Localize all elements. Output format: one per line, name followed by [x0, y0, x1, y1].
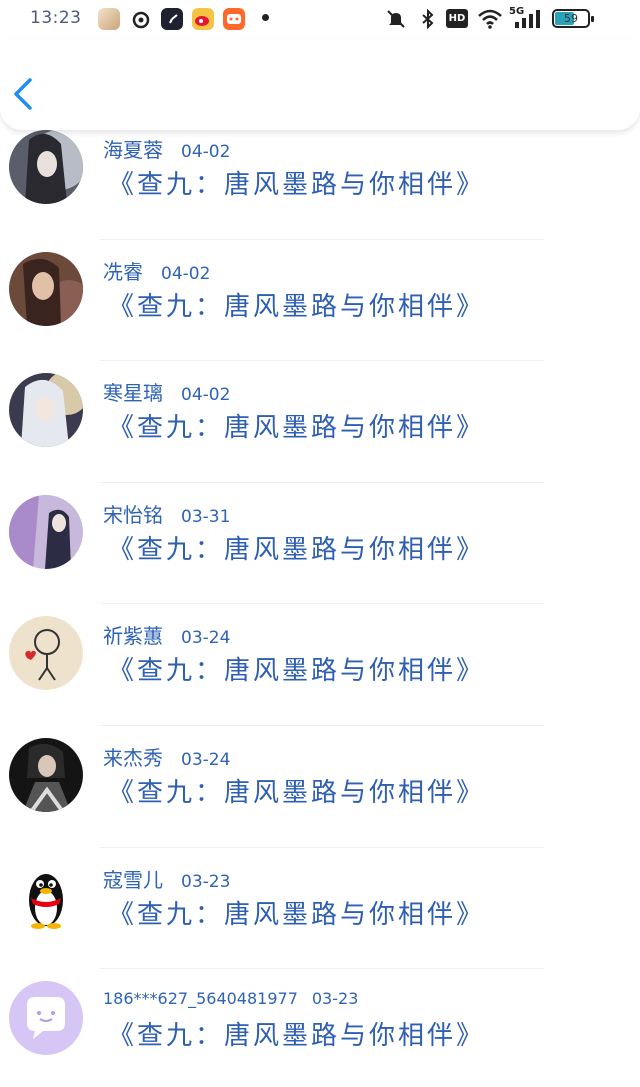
- sender-line: 寒星璃 04-02: [103, 377, 230, 406]
- sender-line: 冼睿 04-02: [103, 256, 210, 285]
- avatar[interactable]: [9, 494, 83, 569]
- sender-line: 宋怡铭 03-31: [103, 499, 230, 528]
- taobao-icon: [223, 8, 245, 30]
- message-date: 03-24: [181, 628, 231, 649]
- battery-icon: 59: [552, 9, 594, 28]
- divider: [100, 360, 544, 362]
- avatar[interactable]: [9, 737, 83, 812]
- message-text: 《查九：唐风墨路与你相伴》: [108, 899, 486, 930]
- message-date: 04-02: [181, 142, 231, 162]
- list-item[interactable]: 来杰秀 03-24 《查九：唐风墨路与你相伴》: [0, 728, 640, 850]
- sender-name: 冼睿: [103, 259, 143, 284]
- chevron-left-icon: [14, 78, 32, 110]
- message-text: 《查九：唐风墨路与你相伴》: [108, 170, 486, 200]
- app-notification-icon-genshin: [98, 8, 120, 30]
- sender-name: 祈紫蕙: [103, 624, 163, 649]
- sender-name: 寒星璃: [103, 381, 163, 406]
- sender-line: 海夏蓉 04-02: [103, 134, 230, 163]
- divider: [100, 846, 544, 848]
- avatar[interactable]: [9, 373, 83, 448]
- divider: [100, 724, 544, 726]
- avatar[interactable]: [9, 859, 83, 934]
- avatar[interactable]: [9, 616, 83, 691]
- message-text: 《查九：唐风墨路与你相伴》: [108, 413, 486, 444]
- battery-level: 59: [564, 12, 578, 25]
- sender-name: 来杰秀: [103, 745, 163, 770]
- message-date: 03-23: [311, 989, 359, 1009]
- qq-penguin-icon: [29, 873, 63, 929]
- message-text: 《查九：唐风墨路与你相伴》: [108, 656, 486, 687]
- sender-line: 186***627_5640481977 03-23: [103, 989, 358, 1008]
- hd-voice-icon: HD: [446, 9, 468, 28]
- list-item[interactable]: 祈紫蕙 03-24 《查九：唐风墨路与你相伴》: [0, 606, 640, 728]
- list-item[interactable]: 186***627_5640481977 03-23 《查九：唐风墨路与你相伴》: [0, 971, 640, 1087]
- divider: [100, 968, 544, 970]
- sender-name: 宋怡铭: [103, 502, 163, 527]
- sender-name: 寇雪儿: [103, 867, 163, 892]
- signal-icon: [513, 10, 541, 32]
- divider: [100, 481, 544, 483]
- divider: [100, 603, 544, 605]
- netease-music-icon: [130, 8, 152, 30]
- more-notifications-dot: [262, 14, 269, 21]
- sender-name: 海夏蓉: [103, 138, 163, 162]
- list-item[interactable]: 冼睿 04-02 《查九：唐风墨路与你相伴》: [0, 242, 640, 364]
- message-date: 04-02: [161, 263, 211, 284]
- clock-app-icon: [161, 8, 183, 30]
- message-text: 《查九：唐风墨路与你相伴》: [108, 291, 486, 322]
- list-item[interactable]: 寒星璃 04-02 《查九：唐风墨路与你相伴》: [0, 363, 640, 485]
- back-button[interactable]: [10, 74, 38, 114]
- message-text: 《查九：唐风墨路与你相伴》: [108, 534, 486, 565]
- sender-line: 祈紫蕙 03-24: [103, 620, 230, 649]
- avatar[interactable]: [9, 981, 83, 1056]
- avatar[interactable]: [9, 130, 83, 204]
- list-item[interactable]: 寇雪儿 03-23 《查九：唐风墨路与你相伴》: [0, 850, 640, 972]
- list-item[interactable]: 海夏蓉 04-02 《查九：唐风墨路与你相伴》: [0, 120, 640, 242]
- bluetooth-icon: [418, 8, 438, 33]
- sender-name: 186***627_5640481977: [103, 989, 298, 1009]
- wifi-icon: [477, 8, 503, 34]
- sender-line: 寇雪儿 03-23: [103, 864, 230, 893]
- message-date: 04-02: [181, 385, 231, 406]
- chat-bubble-icon: [27, 997, 65, 1040]
- message-date: 03-23: [181, 871, 231, 892]
- message-text: 《查九：唐风墨路与你相伴》: [108, 777, 486, 808]
- sender-line: 来杰秀 03-24: [103, 742, 230, 771]
- message-date: 03-31: [181, 506, 231, 527]
- message-text: 《查九：唐风墨路与你相伴》: [108, 1021, 486, 1052]
- list-item[interactable]: 宋怡铭 03-31 《查九：唐风墨路与你相伴》: [0, 485, 640, 607]
- status-time: 13:23: [30, 8, 82, 28]
- avatar[interactable]: [9, 251, 83, 326]
- mute-icon: [386, 9, 406, 33]
- status-bar: 13:23 HD 5G 59: [0, 0, 640, 38]
- weibo-icon: [192, 8, 214, 30]
- top-nav-bar: [0, 38, 640, 130]
- message-list: 海夏蓉 04-02 《查九：唐风墨路与你相伴》 冼睿 04-02 《查九：唐风墨路与…: [0, 120, 640, 1087]
- message-date: 03-24: [181, 749, 231, 770]
- divider: [100, 238, 544, 240]
